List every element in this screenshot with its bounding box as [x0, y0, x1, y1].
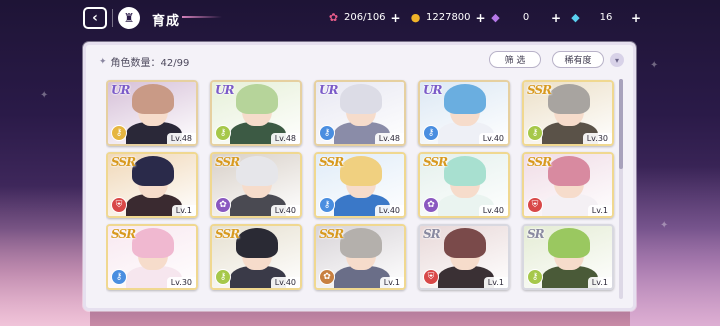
key-icon: ⚷: [423, 125, 439, 141]
key-icon: ⚷: [319, 197, 335, 213]
character-card[interactable]: SSR ⛨ Lv.1: [106, 152, 198, 218]
scrollbar-thumb[interactable]: [619, 79, 623, 169]
rarity-badge: UR: [319, 83, 338, 97]
level-label: Lv.40: [478, 205, 508, 216]
key-icon: ⚷: [527, 125, 543, 141]
resource-gold: ● 1227800 +: [408, 10, 486, 25]
add-blue-gem-button[interactable]: +: [631, 11, 641, 25]
level-label: Lv.48: [374, 133, 404, 144]
level-label: Lv.48: [166, 133, 196, 144]
character-card[interactable]: SSR ✿ Lv.40: [210, 152, 302, 218]
rarity-badge: SSR: [319, 227, 344, 241]
rarity-badge: SSR: [111, 227, 136, 241]
character-grid: UR ⚷ Lv.48 UR ⚷ Lv.48 UR ⚷ Lv.48 UR ⚷ Lv.40 SSR ⚷ Lv.3…: [106, 78, 616, 304]
level-label: Lv.30: [582, 133, 612, 144]
character-count: ✦ 角色数量：42/99: [99, 54, 190, 70]
rarity-badge: SSR: [423, 155, 448, 169]
character-card[interactable]: SSR ⚷ Lv.40: [210, 224, 302, 290]
rarity-badge: SSR: [215, 155, 240, 169]
filter-button[interactable]: 筛 选: [489, 51, 541, 68]
gold-coin-icon: ●: [410, 11, 421, 24]
background-castle-left: [0, 186, 90, 326]
candy-value: 206/106: [344, 12, 386, 23]
level-label: Lv.1: [483, 277, 508, 288]
shield-icon: ⛨: [111, 197, 127, 213]
key-icon: ⚷: [319, 125, 335, 141]
character-card[interactable]: SSR ⛨ Lv.1: [522, 152, 614, 218]
diamond-bullet-icon: ✦: [99, 56, 107, 67]
character-card[interactable]: SR ⚷ Lv.1: [522, 224, 614, 290]
shield-icon: ⛨: [423, 269, 439, 285]
candy-icon: ✿: [328, 11, 339, 24]
flower-icon: ✿: [215, 197, 231, 213]
key-icon: ⚷: [527, 269, 543, 285]
rarity-badge: UR: [111, 83, 130, 97]
level-label: Lv.40: [374, 205, 404, 216]
chevron-down-icon: ▾: [614, 55, 619, 65]
add-purple-gem-button[interactable]: +: [551, 11, 561, 25]
back-arrow-icon: ‹: [92, 10, 98, 26]
character-card[interactable]: SR ⛨ Lv.1: [418, 224, 510, 290]
castle-icon: ♜: [123, 11, 135, 25]
resource-candy: ✿ 206/106 +: [326, 10, 401, 25]
key-icon: ⚷: [111, 125, 127, 141]
character-card[interactable]: SSR ✿ Lv.40: [418, 152, 510, 218]
shield-icon: ⛨: [527, 197, 543, 213]
level-label: Lv.48: [270, 133, 300, 144]
rarity-badge: SSR: [215, 227, 240, 241]
sparkle-icon: ✦: [40, 90, 49, 101]
rarity-sort-button[interactable]: 稀有度: [552, 51, 604, 68]
rarity-badge: UR: [215, 83, 234, 97]
level-label: Lv.40: [478, 133, 508, 144]
character-card[interactable]: SSR ⚷ Lv.30: [106, 224, 198, 290]
sparkle-icon: ✦: [650, 60, 659, 71]
character-panel: ✦ 角色数量：42/99 筛 选 稀有度 ▾ UR ⚷ Lv.48 UR ⚷ Lv.48 U…: [83, 42, 636, 311]
key-icon: ⚷: [215, 269, 231, 285]
level-label: Lv.1: [587, 205, 612, 216]
back-button[interactable]: ‹: [83, 7, 107, 29]
rarity-badge: UR: [423, 83, 442, 97]
title-decoration: [182, 16, 222, 18]
add-candy-button[interactable]: +: [391, 11, 401, 25]
rarity-badge: SSR: [111, 155, 136, 169]
character-card[interactable]: UR ⚷ Lv.48: [210, 80, 302, 146]
level-label: Lv.40: [270, 205, 300, 216]
character-card[interactable]: UR ⚷ Lv.48: [314, 80, 406, 146]
purple-gem-value: 0: [522, 12, 530, 23]
rarity-badge: SSR: [527, 83, 552, 97]
level-label: Lv.1: [171, 205, 196, 216]
sparkle-icon: ✦: [660, 220, 669, 231]
add-gold-button[interactable]: +: [476, 11, 486, 25]
key-icon: ⚷: [111, 269, 127, 285]
key-icon: ⚷: [215, 125, 231, 141]
rarity-badge: SR: [527, 227, 545, 241]
character-card[interactable]: UR ⚷ Lv.40: [418, 80, 510, 146]
gold-value: 1227800: [426, 12, 471, 23]
rarity-badge: SSR: [319, 155, 344, 169]
rarity-badge: SR: [423, 227, 441, 241]
home-button[interactable]: ♜: [118, 7, 140, 29]
divider: [112, 9, 113, 27]
character-card[interactable]: SSR ✿ Lv.1: [314, 224, 406, 290]
level-label: Lv.1: [379, 277, 404, 288]
blue-gem-value: 16: [599, 12, 613, 23]
top-bar: ‹ ♜ 育成 ✿ 206/106 + ● 1227800 + ◆ 0 + ◆ 1…: [0, 0, 720, 36]
page-title: 育成: [152, 14, 181, 29]
resource-blue-gem: ◆ 16 +: [568, 10, 641, 25]
flower-icon: ✿: [319, 269, 335, 285]
character-card[interactable]: SSR ⚷ Lv.30: [522, 80, 614, 146]
rarity-badge: SSR: [527, 155, 552, 169]
sort-order-button[interactable]: ▾: [610, 53, 624, 67]
purple-gem-icon: ◆: [491, 11, 500, 24]
blue-gem-icon: ◆: [571, 11, 580, 24]
level-label: Lv.40: [270, 277, 300, 288]
level-label: Lv.30: [166, 277, 196, 288]
resource-purple-gem: ◆ 0 +: [488, 10, 561, 25]
character-card[interactable]: SSR ⚷ Lv.40: [314, 152, 406, 218]
flower-icon: ✿: [423, 197, 439, 213]
level-label: Lv.1: [587, 277, 612, 288]
character-card[interactable]: UR ⚷ Lv.48: [106, 80, 198, 146]
character-count-label: 角色数量：42/99: [110, 58, 190, 69]
background-castle-right: [630, 166, 720, 326]
